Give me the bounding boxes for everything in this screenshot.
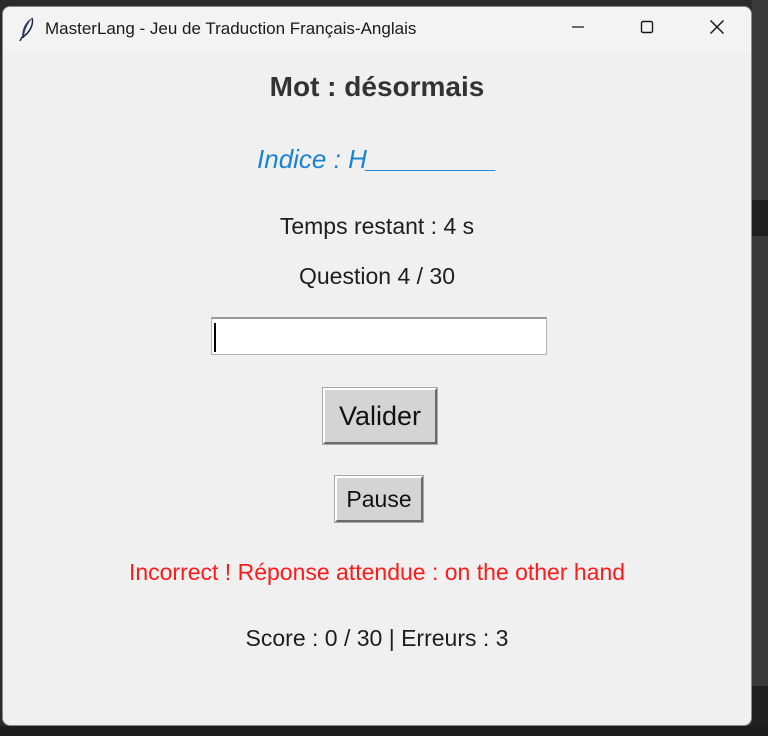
minimize-button[interactable] [544,7,612,51]
window-title: MasterLang - Jeu de Traduction Français-… [45,19,417,38]
maximize-icon [640,20,654,39]
timer-label: Temps restant : 4 s [279,213,475,239]
close-icon [709,19,725,40]
text-caret [214,323,216,352]
game-panel: Mot : désormais Indice : H_________ Temp… [3,51,751,725]
hint-label: Indice : H_________ [257,144,497,174]
title-bar[interactable]: MasterLang - Jeu de Traduction Français-… [3,7,751,51]
answer-input[interactable] [211,317,547,355]
question-counter: Question 4 / 30 [299,263,455,289]
feedback-message: Incorrect ! Réponse attendue : on the ot… [128,559,626,585]
pause-button[interactable]: Pause [335,476,423,522]
desktop-background-bottom [0,726,768,736]
score-label: Score : 0 / 30 | Erreurs : 3 [245,625,509,651]
minimize-icon [571,20,585,39]
word-label: Mot : désormais [269,71,485,102]
app-window: MasterLang - Jeu de Traduction Français-… [2,6,752,726]
feather-icon [17,16,37,42]
close-button[interactable] [683,7,751,51]
maximize-button[interactable] [613,7,681,51]
validate-button[interactable]: Valider [323,388,437,444]
desktop-background-right [752,0,768,736]
